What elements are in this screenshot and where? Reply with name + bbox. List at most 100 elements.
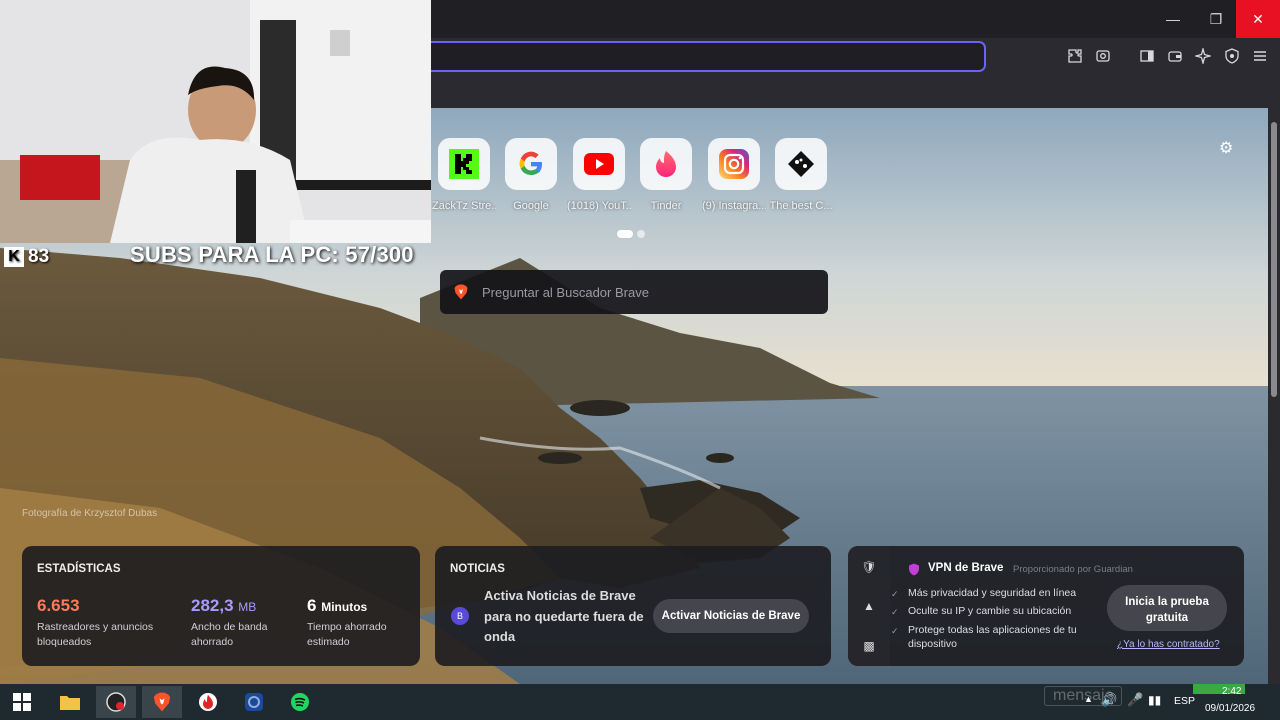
start-trial-button[interactable]: Inicia la prueba gratuita [1107, 585, 1227, 631]
battery-icon[interactable]: ▮▮ [1148, 693, 1161, 707]
google-icon[interactable] [505, 138, 557, 190]
vpn-feature-3: ✓ Protege todas las aplicaciones de tu di… [891, 623, 1083, 651]
already-purchased-link[interactable]: ¿Ya lo has contratado? [1117, 639, 1220, 650]
search-placeholder: Preguntar al Buscador Brave [482, 284, 649, 300]
brave-logo-icon [454, 284, 468, 300]
subs-goal-text: SUBS PARA LA PC: 57/300 [130, 242, 414, 267]
volume-icon[interactable]: 🔊 [1101, 692, 1117, 708]
minimize-icon: — [1166, 11, 1180, 27]
bandwidth-stat: 282,3 MB Ancho de banda ahorrado [191, 596, 296, 650]
top-site-tile[interactable]: (1018) YouT... [567, 138, 631, 212]
tray-chevron-icon[interactable]: ▲ [1084, 694, 1093, 704]
vpn-shield-icon[interactable] [1222, 46, 1242, 66]
top-site-name: Tinder [650, 200, 682, 212]
app-icon [245, 693, 263, 711]
news-card: NOTICIAS B Activa Noticias de Brave para… [435, 546, 831, 666]
obs-icon [106, 692, 126, 712]
top-site-name: ZackTz Stre... [432, 200, 496, 212]
news-title: NOTICIAS [450, 563, 505, 575]
microphone-icon[interactable]: 🎤 [1127, 692, 1143, 708]
restore-icon: ❐ [1209, 10, 1223, 27]
vpn-provider: Proporcionado por Guardian [1013, 564, 1133, 575]
activate-news-button[interactable]: Activar Noticias de Brave [653, 599, 809, 633]
vpn-feature-2: ✓ Oculte su IP y cambie su ubicación [891, 604, 1098, 618]
widget-switcher: 🛡 ▲ ▩ [848, 546, 890, 666]
top-site-tile[interactable]: Google [499, 138, 563, 212]
news-promo-text: Activa Noticias de Brave para no quedart… [484, 588, 644, 644]
vpn-tab-icon[interactable]: 🛡 [861, 560, 877, 576]
game-icon[interactable] [775, 138, 827, 190]
brave-news-icon: B [451, 607, 469, 625]
menu-icon[interactable] [1250, 46, 1270, 66]
pager-dot-2[interactable] [637, 230, 645, 238]
vpn-feature-text: Más privacidad y seguridad en línea [908, 587, 1077, 599]
photo-credit[interactable]: Fotografía de Krzysztof Dubas [22, 508, 157, 519]
vpn-feature-1: ✓ Más privacidad y seguridad en línea [891, 586, 1098, 600]
rewards-tab-icon[interactable]: ▲ [861, 599, 877, 615]
top-sites-pager[interactable] [617, 230, 645, 238]
start-button[interactable] [2, 686, 42, 718]
stream-viewer-count: K 83 [4, 246, 49, 268]
language-indicator[interactable]: ESP [1174, 695, 1195, 707]
bandwidth-value: 282,3 [191, 596, 234, 615]
close-icon: ✕ [1252, 10, 1264, 27]
scrollbar-thumb[interactable] [1271, 122, 1277, 397]
clock-date[interactable]: 09/01/2026 [1205, 703, 1255, 714]
customize-gear-icon[interactable]: ⚙ [1219, 138, 1233, 158]
kick-icon[interactable] [438, 138, 490, 190]
stats-title: ESTADÍSTICAS [37, 563, 121, 575]
extensions-icon[interactable] [1065, 46, 1085, 66]
kick-logo-icon: K [4, 247, 24, 267]
top-site-tile[interactable]: (9) Instagra... [702, 138, 766, 212]
check-icon: ✓ [891, 607, 899, 617]
tinder-icon [199, 693, 217, 711]
close-window-button[interactable]: ✕ [1236, 0, 1280, 38]
wallet-icon[interactable] [1165, 46, 1185, 66]
clock-time[interactable]: 2:42 [1222, 686, 1241, 697]
app-taskbar-button[interactable] [234, 686, 274, 718]
vpn-feature-text: Oculte su IP y cambie su ubicación [908, 605, 1072, 617]
screenshot-icon[interactable] [1093, 46, 1113, 66]
spotify-icon [291, 693, 309, 711]
folder-icon [60, 696, 80, 710]
obs-button[interactable] [96, 686, 136, 718]
vpn-logo-icon [909, 563, 919, 576]
time-value: 6 [307, 596, 317, 615]
instagram-icon[interactable] [708, 138, 760, 190]
address-bar[interactable] [420, 41, 986, 72]
bandwidth-unit: MB [238, 600, 257, 614]
top-site-name: Google [513, 200, 549, 212]
spotify-taskbar-button[interactable] [280, 686, 320, 718]
youtube-icon[interactable] [573, 138, 625, 190]
check-icon: ✓ [891, 626, 899, 636]
viewer-count-value: 83 [28, 246, 50, 267]
check-icon: ✓ [891, 589, 899, 599]
brave-taskbar-button[interactable] [142, 686, 182, 718]
stats-card: ESTADÍSTICAS 6.653 Rastreadores y anunci… [22, 546, 420, 666]
trackers-stat: 6.653 Rastreadores y anuncios bloqueados [37, 596, 172, 650]
tinder-taskbar-button[interactable] [188, 686, 228, 718]
webcam-overlay [0, 0, 431, 243]
time-unit: Minutos [321, 600, 368, 614]
restore-button[interactable]: ❐ [1193, 0, 1239, 38]
minimize-button[interactable]: — [1150, 0, 1196, 38]
trackers-value: 6.653 [37, 596, 80, 615]
sidebar-icon[interactable] [1137, 46, 1157, 66]
top-site-tile[interactable]: Tinder [634, 138, 698, 212]
bandwidth-label: Ancho de banda ahorrado [191, 621, 268, 648]
top-site-tile[interactable]: The best C... [769, 138, 833, 212]
time-stat: 6 Minutos Tiempo ahorrado estimado [307, 596, 407, 650]
top-site-name: The best C... [769, 200, 833, 212]
tinder-icon[interactable] [640, 138, 692, 190]
talk-tab-icon[interactable]: ▩ [861, 639, 877, 655]
file-explorer-button[interactable] [50, 686, 90, 718]
page-scrollbar[interactable] [1268, 108, 1280, 684]
windows-icon [13, 693, 31, 711]
top-site-name: (1018) YouT... [567, 200, 631, 212]
pager-dot-1[interactable] [617, 230, 633, 238]
brave-search-box[interactable]: Preguntar al Buscador Brave [440, 270, 828, 314]
time-label: Tiempo ahorrado estimado [307, 621, 387, 648]
brave-icon [153, 692, 171, 712]
leo-ai-icon[interactable] [1193, 46, 1213, 66]
top-site-tile[interactable]: ZackTz Stre... [432, 138, 496, 212]
